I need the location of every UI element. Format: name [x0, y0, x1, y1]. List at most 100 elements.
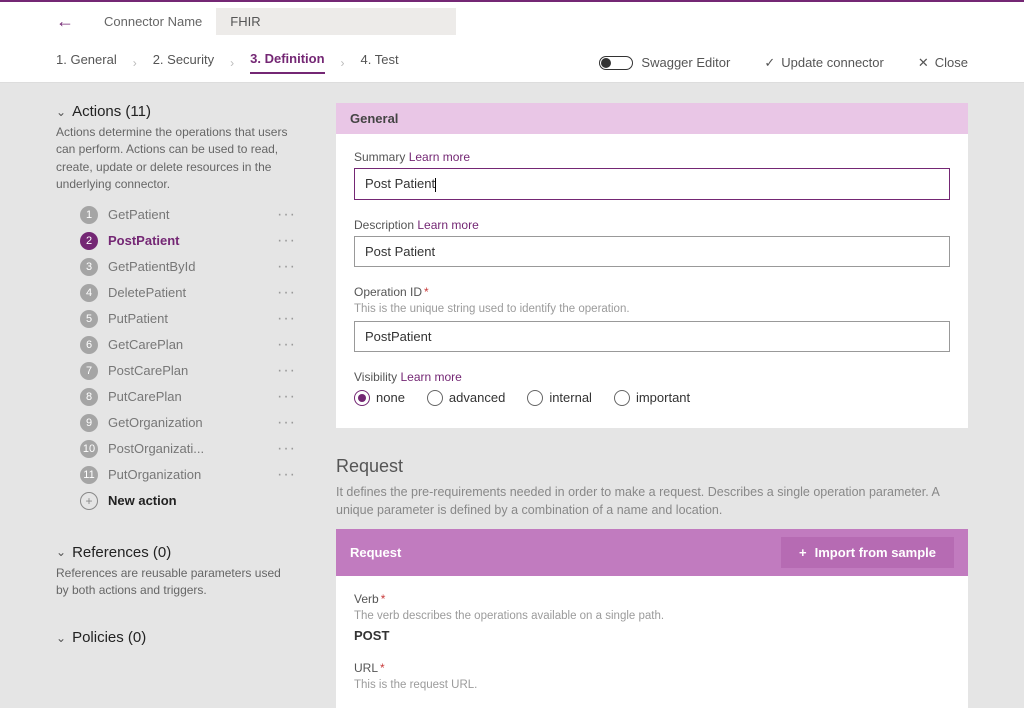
- chevron-right-icon: ›: [133, 56, 137, 70]
- toggle-icon[interactable]: [599, 56, 633, 70]
- more-icon[interactable]: ···: [277, 336, 296, 354]
- step-security[interactable]: 2. Security: [153, 52, 214, 73]
- import-from-sample-button[interactable]: + Import from sample: [781, 537, 954, 568]
- general-card: General Summary Learn more Post Patient …: [336, 103, 968, 428]
- summary-label: Summary Learn more: [354, 150, 950, 164]
- operation-id-label: Operation ID*: [354, 285, 950, 299]
- description-input[interactable]: Post Patient: [354, 236, 950, 267]
- references-description: References are reusable parameters used …: [56, 565, 296, 600]
- sidebar-item-postorganization[interactable]: 10 PostOrganizati... ···: [80, 436, 296, 462]
- verb-hint: The verb describes the operations availa…: [354, 610, 950, 622]
- close-icon: ✕: [918, 55, 929, 71]
- verb-value: POST: [354, 628, 950, 643]
- number-badge: 6: [80, 336, 98, 354]
- number-badge: 2: [80, 232, 98, 250]
- visibility-internal-radio[interactable]: internal: [527, 390, 592, 406]
- request-card: Request + Import from sample Verb* The v…: [336, 529, 968, 708]
- more-icon[interactable]: ···: [277, 440, 296, 458]
- swagger-editor-toggle[interactable]: Swagger Editor: [599, 55, 730, 70]
- visibility-label: Visibility Learn more: [354, 370, 950, 384]
- action-label: PostCarePlan: [108, 363, 267, 378]
- more-icon[interactable]: ···: [277, 362, 296, 380]
- actions-description: Actions determine the operations that us…: [56, 124, 296, 194]
- step-definition[interactable]: 3. Definition: [250, 51, 324, 74]
- sidebar-item-getcareplan[interactable]: 6 GetCarePlan ···: [80, 332, 296, 358]
- description-learn-more-link[interactable]: Learn more: [417, 218, 478, 232]
- close-button[interactable]: ✕ Close: [918, 55, 968, 71]
- more-icon[interactable]: ···: [277, 284, 296, 302]
- verb-label: Verb*: [354, 592, 950, 606]
- sidebar-item-getorganization[interactable]: 9 GetOrganization ···: [80, 410, 296, 436]
- references-title: References (0): [72, 544, 171, 561]
- actions-section-toggle[interactable]: ⌄ Actions (11): [56, 103, 296, 120]
- new-action-label: New action: [108, 493, 177, 508]
- more-icon[interactable]: ···: [277, 206, 296, 224]
- import-from-sample-label: Import from sample: [815, 545, 936, 560]
- sidebar-item-putcareplan[interactable]: 8 PutCarePlan ···: [80, 384, 296, 410]
- visibility-none-radio[interactable]: none: [354, 390, 405, 406]
- summary-learn-more-link[interactable]: Learn more: [409, 150, 470, 164]
- url-hint: This is the request URL.: [354, 679, 950, 691]
- step-general[interactable]: 1. General: [56, 52, 117, 73]
- request-section: Request It defines the pre-requirements …: [336, 456, 968, 708]
- url-label: URL*: [354, 661, 950, 675]
- connector-name-input[interactable]: FHIR: [216, 8, 456, 35]
- description-label: Description Learn more: [354, 218, 950, 232]
- sidebar-item-postcareplan[interactable]: 7 PostCarePlan ···: [80, 358, 296, 384]
- references-section-toggle[interactable]: ⌄ References (0): [56, 544, 296, 561]
- sidebar-item-getpatientbyid[interactable]: 3 GetPatientById ···: [80, 254, 296, 280]
- visibility-important-radio[interactable]: important: [614, 390, 690, 406]
- plus-icon: +: [80, 492, 98, 510]
- more-icon[interactable]: ···: [277, 388, 296, 406]
- general-card-header: General: [336, 103, 968, 134]
- more-icon[interactable]: ···: [277, 258, 296, 276]
- chevron-down-icon: ⌄: [56, 631, 66, 645]
- visibility-learn-more-link[interactable]: Learn more: [400, 370, 461, 384]
- actions-list: 1 GetPatient ··· 2 PostPatient ··· 3 Get…: [80, 202, 296, 514]
- sidebar-item-getpatient[interactable]: 1 GetPatient ···: [80, 202, 296, 228]
- more-icon[interactable]: ···: [277, 310, 296, 328]
- visibility-advanced-radio[interactable]: advanced: [427, 390, 505, 406]
- back-arrow-icon[interactable]: ←: [56, 11, 74, 32]
- chevron-down-icon: ⌄: [56, 545, 66, 559]
- more-icon[interactable]: ···: [277, 232, 296, 250]
- action-label: GetPatientById: [108, 259, 267, 274]
- number-badge: 5: [80, 310, 98, 328]
- request-heading: Request: [336, 456, 968, 477]
- operation-id-hint: This is the unique string used to identi…: [354, 303, 950, 315]
- summary-input[interactable]: Post Patient: [354, 168, 950, 200]
- action-label: DeletePatient: [108, 285, 267, 300]
- checkmark-icon: ✓: [764, 55, 775, 71]
- number-badge: 1: [80, 206, 98, 224]
- action-label: PostOrganizati...: [108, 441, 267, 456]
- actions-title: Actions (11): [72, 103, 151, 120]
- update-connector-label: Update connector: [781, 55, 884, 70]
- action-label: PutCarePlan: [108, 389, 267, 404]
- new-action-button[interactable]: + New action: [80, 488, 296, 514]
- sidebar-item-postpatient[interactable]: 2 PostPatient ···: [80, 228, 296, 254]
- more-icon[interactable]: ···: [277, 414, 296, 432]
- step-test[interactable]: 4. Test: [361, 52, 399, 73]
- number-badge: 10: [80, 440, 98, 458]
- number-badge: 4: [80, 284, 98, 302]
- main-content: General Summary Learn more Post Patient …: [336, 103, 968, 708]
- policies-section-toggle[interactable]: ⌄ Policies (0): [56, 629, 296, 646]
- more-icon[interactable]: ···: [277, 466, 296, 484]
- number-badge: 7: [80, 362, 98, 380]
- action-label: PostPatient: [108, 233, 267, 248]
- update-connector-button[interactable]: ✓ Update connector: [764, 55, 884, 71]
- connector-name-label: Connector Name: [104, 14, 202, 29]
- sidebar-item-deletepatient[interactable]: 4 DeletePatient ···: [80, 280, 296, 306]
- chevron-right-icon: ›: [341, 56, 345, 70]
- number-badge: 11: [80, 466, 98, 484]
- chevron-right-icon: ›: [230, 56, 234, 70]
- request-description: It defines the pre-requirements needed i…: [336, 483, 968, 519]
- swagger-editor-label: Swagger Editor: [641, 55, 730, 70]
- request-card-title: Request: [350, 545, 401, 560]
- sidebar: ⌄ Actions (11) Actions determine the ope…: [56, 103, 296, 650]
- number-badge: 8: [80, 388, 98, 406]
- sidebar-item-putpatient[interactable]: 5 PutPatient ···: [80, 306, 296, 332]
- action-label: GetPatient: [108, 207, 267, 222]
- sidebar-item-putorganization[interactable]: 11 PutOrganization ···: [80, 462, 296, 488]
- operation-id-input[interactable]: PostPatient: [354, 321, 950, 352]
